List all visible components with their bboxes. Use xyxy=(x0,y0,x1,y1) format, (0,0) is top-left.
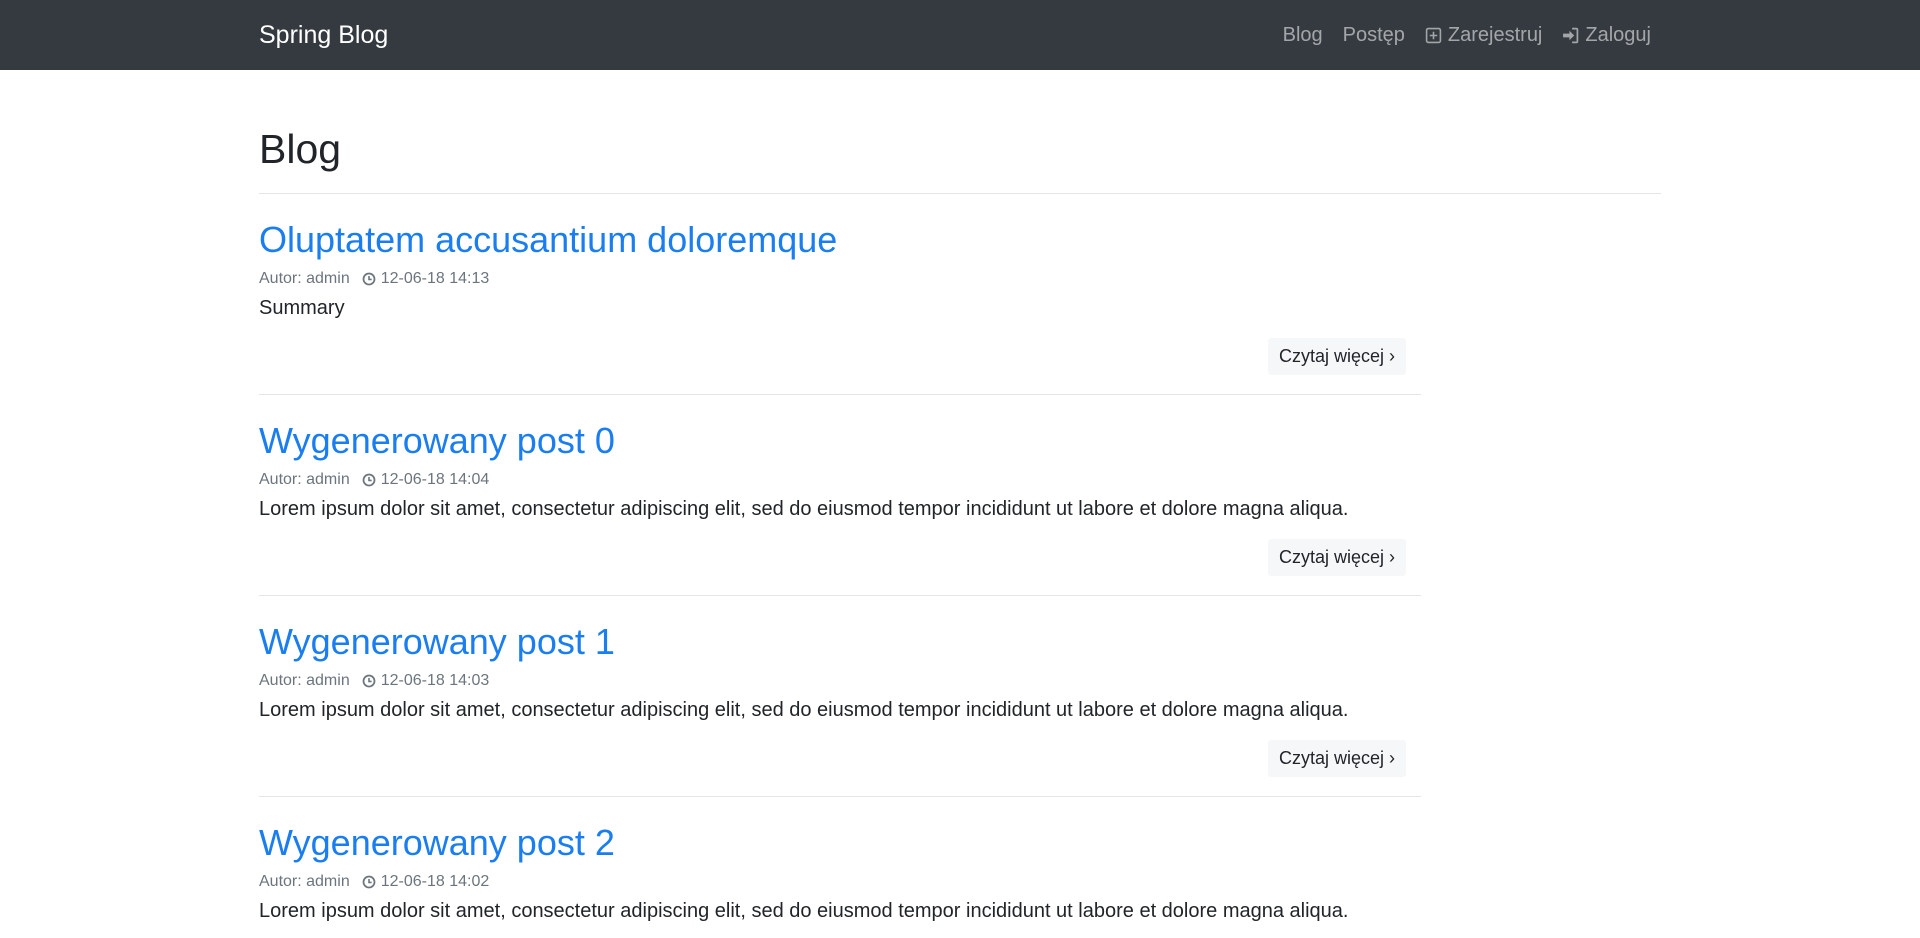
nav-link-progress[interactable]: Postęp xyxy=(1343,22,1405,48)
post-summary: Lorem ipsum dolor sit amet, consectetur … xyxy=(259,498,1349,520)
post-divider xyxy=(259,796,1421,797)
nav-link-blog[interactable]: Blog xyxy=(1283,22,1323,48)
post-author: Autor: admin xyxy=(259,270,350,287)
post-item: Wygenerowany post 1 Autor: admin 12-06-1… xyxy=(259,620,1421,797)
post-author: Autor: admin xyxy=(259,471,350,488)
clock-icon xyxy=(362,272,376,286)
nav-link-login[interactable]: Zaloguj xyxy=(1562,22,1651,48)
post-divider xyxy=(259,595,1421,596)
post-date: 12-06-18 14:13 xyxy=(380,270,490,287)
post-item: Wygenerowany post 0 Autor: admin 12-06-1… xyxy=(259,419,1421,596)
clock-icon xyxy=(362,875,376,889)
top-navbar: Spring Blog Blog Postęp Zarejestruj Zalo… xyxy=(0,0,1920,70)
post-summary: Lorem ipsum dolor sit amet, consectetur … xyxy=(259,699,1349,721)
post-actions: Czytaj więcej › xyxy=(259,539,1421,576)
nav-link-label: Zaloguj xyxy=(1585,24,1651,46)
nav-link-label: Zarejestruj xyxy=(1447,24,1543,46)
plus-square-icon xyxy=(1425,27,1442,44)
page-title: Blog xyxy=(259,126,342,172)
nav-link-label: Postęp xyxy=(1342,24,1405,46)
post-divider xyxy=(259,394,1421,395)
post-date: 12-06-18 14:03 xyxy=(380,672,490,689)
chevron-right-icon: › xyxy=(1389,748,1395,768)
post-date: 12-06-18 14:04 xyxy=(380,471,490,488)
post-date: 12-06-18 14:02 xyxy=(380,873,490,890)
post-actions: Czytaj więcej › xyxy=(259,740,1421,777)
nav-link-register[interactable]: Zarejestruj xyxy=(1425,22,1542,48)
clock-icon xyxy=(362,473,376,487)
post-summary: Lorem ipsum dolor sit amet, consectetur … xyxy=(259,900,1349,922)
post-actions: Czytaj więcej › xyxy=(259,338,1421,375)
post-item: Oluptatem accusantium doloremque Autor: … xyxy=(259,218,1421,395)
post-title-link[interactable]: Wygenerowany post 1 xyxy=(259,620,1421,664)
post-title-link[interactable]: Oluptatem accusantium doloremque xyxy=(259,218,1421,262)
main-container: Blog Oluptatem accusantium doloremque Au… xyxy=(259,70,1661,925)
chevron-right-icon: › xyxy=(1389,547,1395,567)
clock-icon xyxy=(362,674,376,688)
nav-link-label: Blog xyxy=(1282,24,1323,46)
chevron-right-icon: › xyxy=(1389,346,1395,366)
post-meta: Autor: admin 12-06-18 14:02 xyxy=(259,872,1421,892)
post-author: Autor: admin xyxy=(259,873,350,890)
post-title-link[interactable]: Wygenerowany post 0 xyxy=(259,419,1421,463)
post-summary: Summary xyxy=(259,297,345,319)
post-title-link[interactable]: Wygenerowany post 2 xyxy=(259,821,1421,865)
read-more-button[interactable]: Czytaj więcej › xyxy=(1267,338,1406,375)
post-item: Wygenerowany post 2 Autor: admin 12-06-1… xyxy=(259,821,1421,925)
read-more-label: Czytaj więcej xyxy=(1278,346,1384,366)
read-more-button[interactable]: Czytaj więcej › xyxy=(1267,539,1406,576)
brand-link[interactable]: Spring Blog xyxy=(259,20,388,50)
post-meta: Autor: admin 12-06-18 14:04 xyxy=(259,470,1421,490)
title-divider xyxy=(259,193,1661,194)
read-more-label: Czytaj więcej xyxy=(1278,547,1384,567)
nav-links: Blog Postęp Zarejestruj Zaloguj xyxy=(1263,22,1651,48)
post-author: Autor: admin xyxy=(259,672,350,689)
sign-in-icon xyxy=(1562,27,1579,44)
read-more-button[interactable]: Czytaj więcej › xyxy=(1267,740,1406,777)
post-meta: Autor: admin 12-06-18 14:03 xyxy=(259,671,1421,691)
post-meta: Autor: admin 12-06-18 14:13 xyxy=(259,269,1421,289)
read-more-label: Czytaj więcej xyxy=(1278,748,1384,768)
